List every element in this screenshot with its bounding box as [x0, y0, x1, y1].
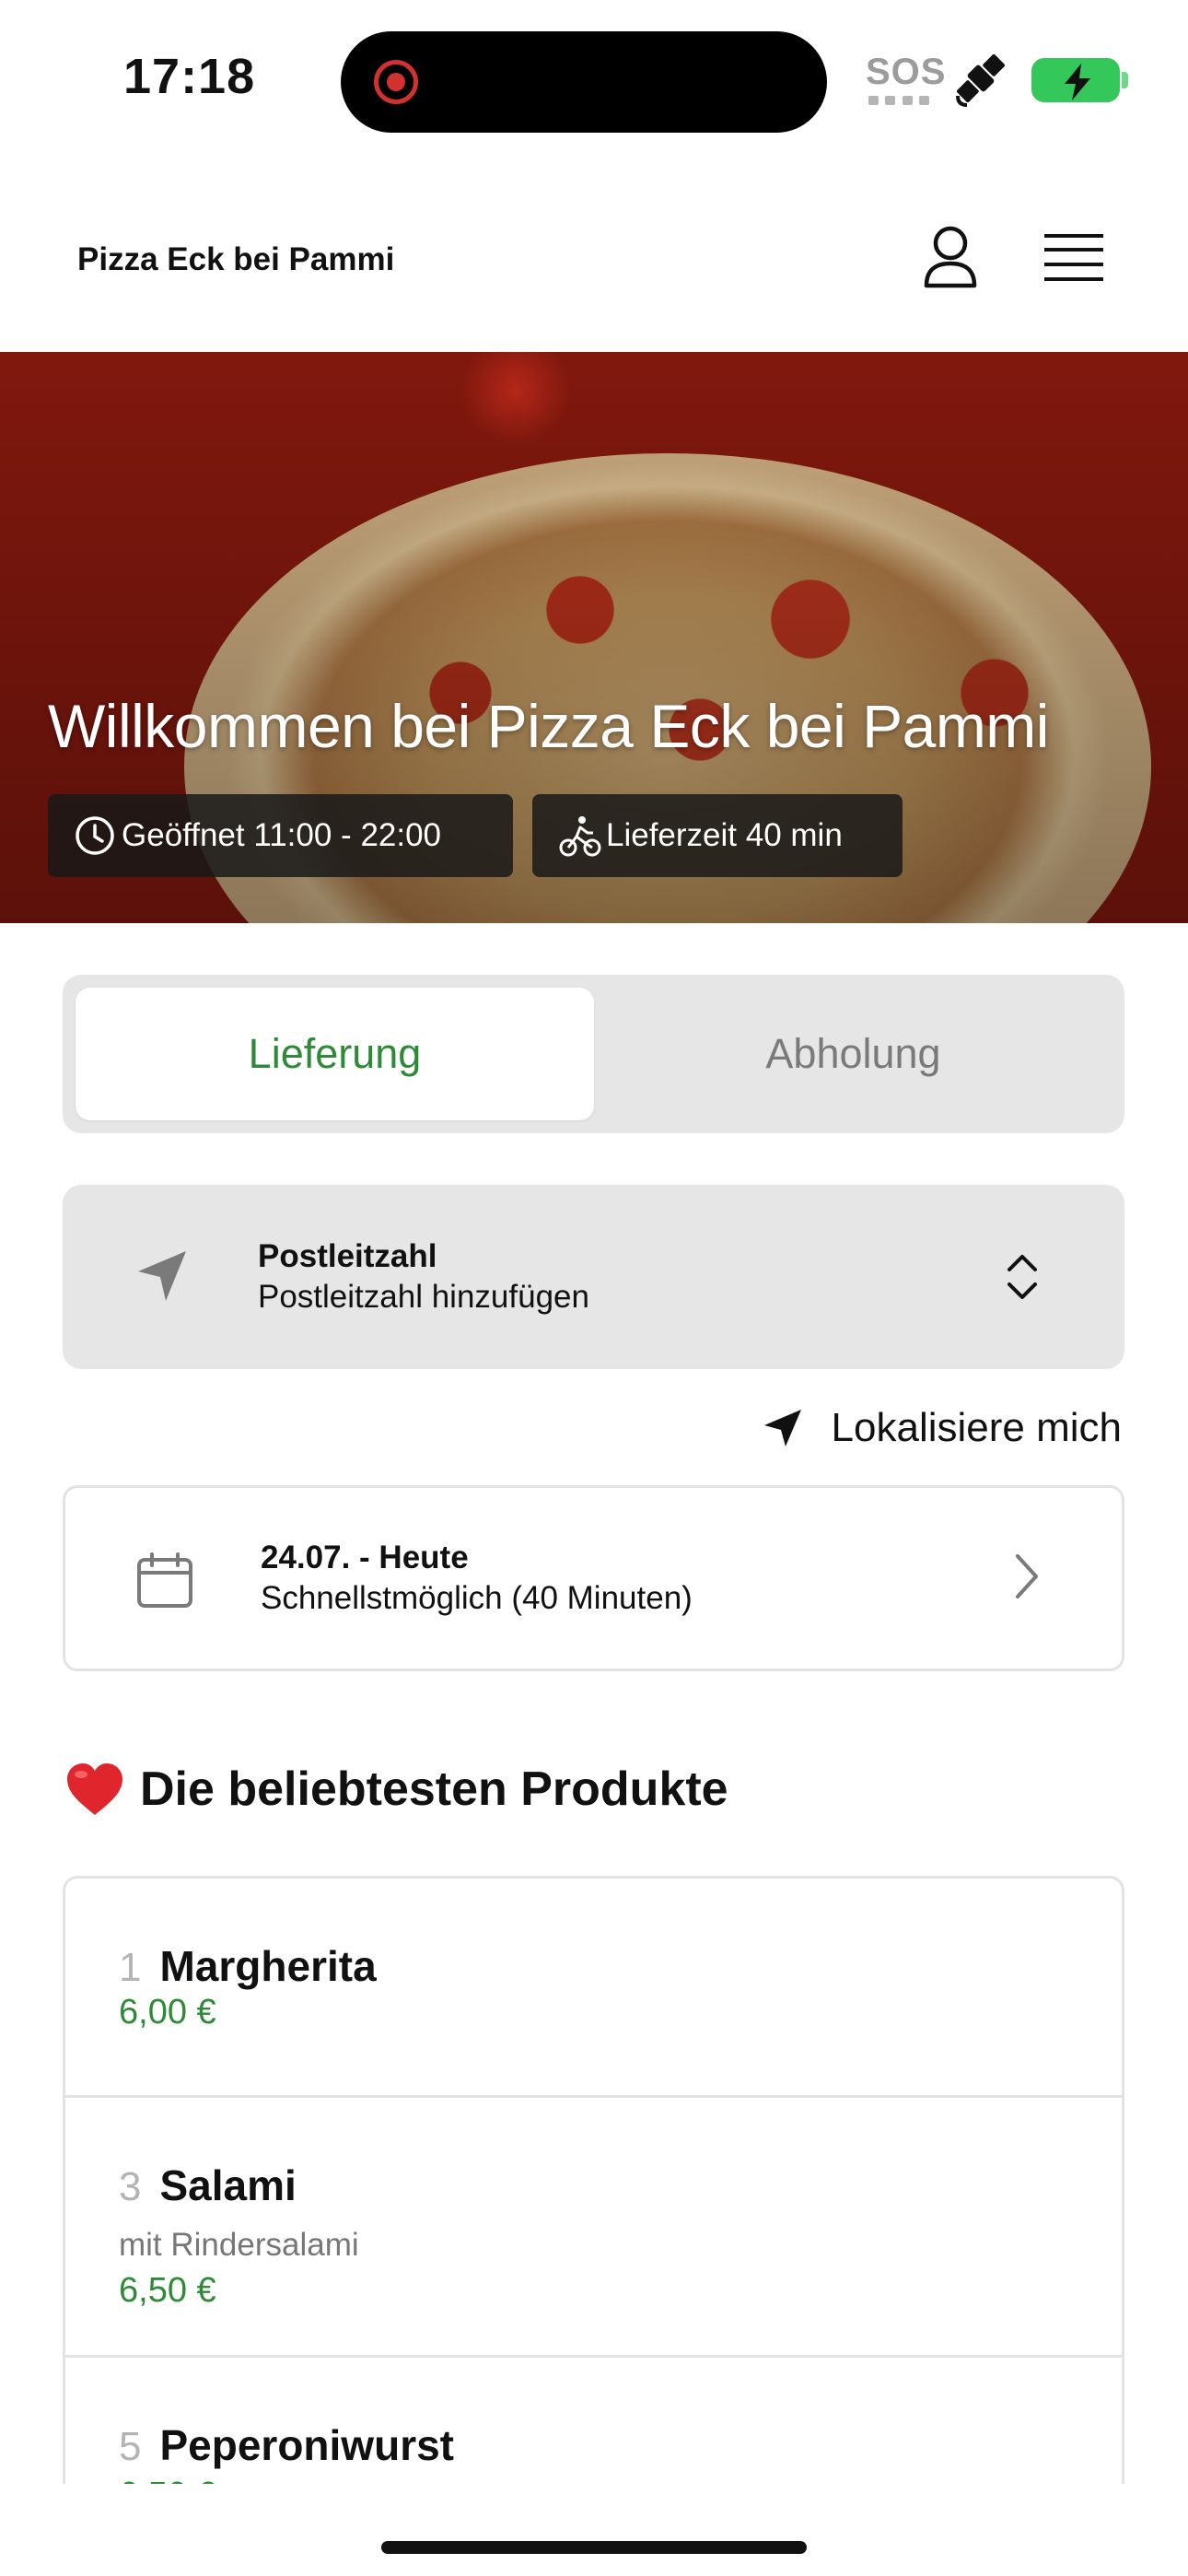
sos-signal-dots: [868, 96, 929, 105]
welcome-title: Willkommen bei Pizza Eck bei Pammi: [48, 692, 1049, 760]
product-item[interactable]: 1 Margherita 6,00 €: [65, 1879, 1122, 2098]
popular-products-heading: Die beliebtesten Produkte: [64, 1762, 728, 1817]
battery-charging-icon: [1031, 58, 1120, 102]
chevron-right-icon: [1016, 1554, 1038, 1598]
sos-indicator: SOS: [866, 52, 947, 92]
postcode-label: Postleitzahl: [258, 1238, 437, 1274]
product-price: 6,00 €: [119, 1993, 216, 2032]
chevron-up-down-icon: [1007, 1255, 1037, 1299]
product-item[interactable]: 5 Peperoniwurst 6,50 €: [65, 2358, 1122, 2484]
screen-recording-icon: [374, 60, 418, 104]
hero-banner: Willkommen bei Pizza Eck bei Pammi Geöff…: [0, 352, 1188, 923]
battery-cap: [1122, 72, 1128, 88]
postcode-selector[interactable]: Postleitzahl Postleitzahl hinzufügen: [63, 1185, 1124, 1369]
postcode-placeholder: Postleitzahl hinzufügen: [258, 1279, 589, 1315]
opening-hours-badge: Geöffnet 11:00 - 22:00: [48, 794, 513, 877]
locate-me-button[interactable]: Lokalisiere mich: [762, 1400, 1122, 1456]
navigation-arrow-icon: [138, 1251, 186, 1301]
product-name: Peperoniwurst: [159, 2421, 454, 2469]
dynamic-island: [341, 31, 827, 133]
order-mode-toggle: Lieferung Abholung: [63, 975, 1124, 1133]
delivery-time-badge: Lieferzeit 40 min: [532, 794, 903, 877]
restaurant-name[interactable]: Pizza Eck bei Pammi: [77, 241, 394, 278]
popular-products-title: Die beliebtesten Produkte: [140, 1762, 728, 1816]
opening-hours-text: Geöffnet 11:00 - 22:00: [122, 817, 442, 853]
clock-icon: [76, 816, 114, 855]
tab-pickup[interactable]: Abholung: [594, 988, 1112, 1120]
product-description: mit Rindersalami: [119, 2227, 359, 2263]
product-number: 5: [119, 2424, 142, 2469]
calendar-icon: [137, 1552, 192, 1608]
user-icon[interactable]: [921, 225, 980, 291]
home-indicator[interactable]: [381, 2541, 807, 2554]
menu-icon[interactable]: [1044, 232, 1103, 284]
location-arrow-icon: [763, 1410, 801, 1446]
heart-icon: [67, 1763, 122, 1815]
bicycle-icon: [559, 816, 601, 857]
product-price: 6,50 €: [119, 2476, 216, 2484]
locate-me-label: Lokalisiere mich: [831, 1405, 1122, 1450]
product-name: Margherita: [159, 1942, 377, 1990]
delivery-date-label: 24.07. - Heute: [261, 1540, 469, 1575]
product-name: Salami: [159, 2161, 297, 2209]
tab-delivery[interactable]: Lieferung: [76, 988, 594, 1120]
delivery-time-text: Lieferzeit 40 min: [606, 817, 843, 853]
product-price: 6,50 €: [119, 2271, 216, 2310]
status-time: 17:18: [123, 49, 256, 104]
delivery-time-option: Schnellstmöglich (40 Minuten): [261, 1580, 693, 1616]
product-number: 3: [119, 2164, 142, 2209]
popular-products-list: 1 Margherita 6,00 € 3 Salami mit Rinders…: [63, 1876, 1124, 2484]
status-bar: 17:18 SOS: [0, 0, 1188, 157]
delivery-date-selector[interactable]: 24.07. - Heute Schnellstmöglich (40 Minu…: [63, 1485, 1124, 1671]
satellite-icon: [956, 53, 1006, 107]
app-header: Pizza Eck bei Pammi: [0, 157, 1188, 352]
product-number: 1: [119, 1945, 142, 1990]
product-item[interactable]: 3 Salami mit Rindersalami 6,50 €: [65, 2098, 1122, 2358]
